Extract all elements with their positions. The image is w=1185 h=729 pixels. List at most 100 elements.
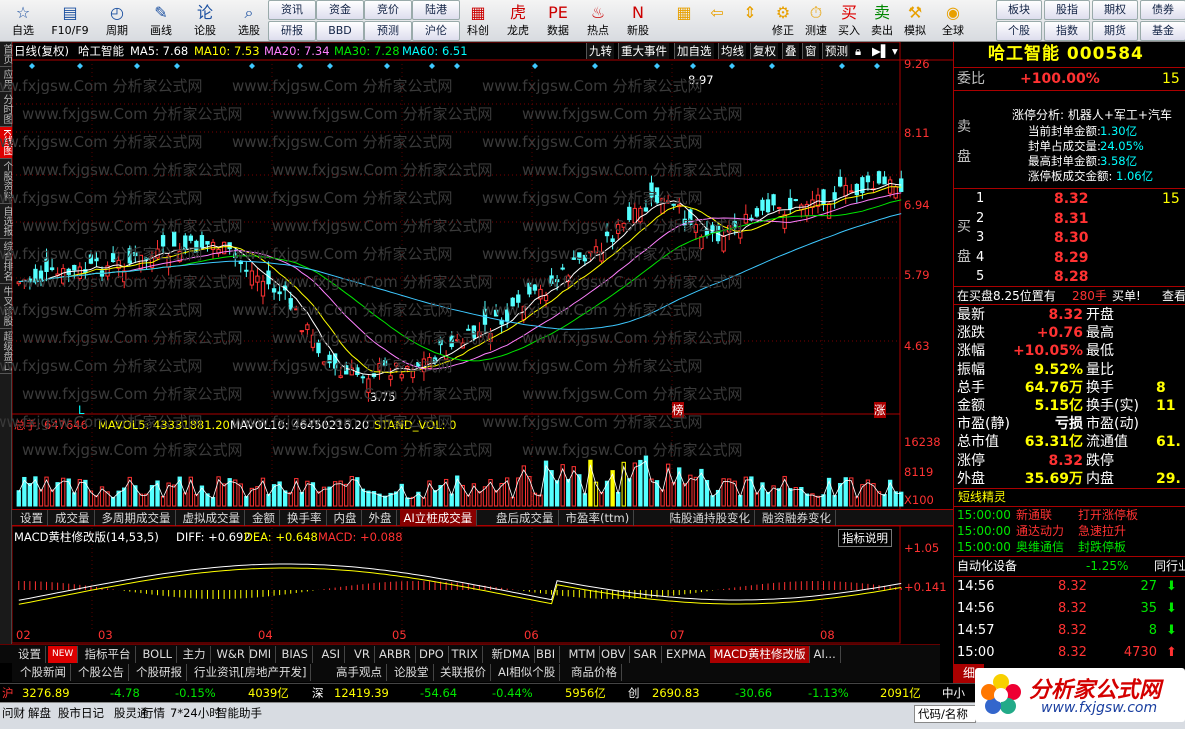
volume-tab-5[interactable]: 换手率 (283, 510, 327, 526)
volume-tab-4[interactable]: 金额 (248, 510, 280, 526)
bottom-bar-item-2[interactable]: 股市日记 (58, 705, 104, 721)
indicator-tab-8[interactable]: ASI (318, 646, 346, 663)
chart-menu-0[interactable]: 九转 (586, 43, 614, 59)
indicator-tab-15[interactable]: MTM (565, 646, 601, 663)
volume-tab-0[interactable]: 设置 (16, 510, 48, 526)
toolbar-small-button2-7[interactable]: 基金 (1140, 21, 1185, 41)
dropdown-icon[interactable]: ▾ (892, 43, 898, 59)
info-tab-8[interactable]: 商品价格 (567, 664, 622, 681)
expand-icon[interactable]: ▶▌ (872, 43, 890, 59)
volume-tab-9[interactable]: 盘后成交量 (492, 510, 559, 526)
left-tab-5[interactable]: 自选报 (0, 204, 12, 239)
indicator-tab-14[interactable]: BBI (532, 646, 561, 663)
indicator-tab-0[interactable]: 设置 (14, 646, 46, 663)
toolbar-button2-1[interactable]: 虎龙虎 (500, 0, 536, 41)
chart-menu-6[interactable]: 窗 (802, 43, 819, 59)
info-tab-5[interactable]: 论股堂 (390, 664, 434, 681)
buy-price[interactable]: 8.29 (1054, 249, 1089, 267)
news-title[interactable]: 短线精灵 (958, 490, 1006, 504)
volume-tab-2[interactable]: 多周期成交量 (98, 510, 176, 526)
bottom-bar-item-4[interactable]: 行情 (142, 705, 165, 721)
position-more-link[interactable]: 查看 (1162, 289, 1185, 303)
volume-tab-11[interactable]: 陆股通持股变化 (666, 510, 755, 526)
info-tab-7[interactable]: AI相似个股 (494, 664, 561, 681)
sz-index-value[interactable]: 12419.39 (334, 685, 389, 701)
toolbar-small-button2-1[interactable]: 股指 (1044, 0, 1090, 20)
cy-index-value[interactable]: 2690.83 (652, 685, 700, 701)
info-tab-2[interactable]: 个股研报 (132, 664, 187, 681)
lock-icon[interactable]: 🔒︎ (855, 43, 861, 59)
bottom-bar-item-1[interactable]: 解盘 (28, 705, 51, 721)
toolbar-small-button2-3[interactable]: 债券 (1140, 0, 1185, 20)
volume-tab-10[interactable]: 市盈率(ttm) (562, 510, 635, 526)
indicator-tab-2[interactable]: 指标平台 (81, 646, 136, 663)
toolbar-button3-5[interactable]: 买买入 (833, 0, 865, 41)
toolbar-small-button-1[interactable]: 资金 (316, 0, 364, 20)
toolbar-button3-4[interactable]: ⏱ 测速 (800, 0, 832, 41)
toolbar-button-5[interactable]: ⌕ 选股 (228, 0, 270, 41)
toolbar-button3-6[interactable]: 卖卖出 (866, 0, 898, 41)
bottom-bar-item-6[interactable]: 智能助手 (216, 705, 262, 721)
indicator-tab-6[interactable]: DMI (245, 646, 277, 663)
sector-name[interactable]: 自动化设备 (957, 559, 1017, 573)
toolbar-button3-2[interactable]: ⇕ (734, 0, 766, 41)
news-stock[interactable]: 奥维通信 (1016, 540, 1064, 554)
chart-menu-1[interactable]: 重大事件 (618, 43, 669, 59)
chart-menu-2[interactable]: 加自选 (674, 43, 714, 59)
toolbar-button3-8[interactable]: ◉ 全球 (937, 0, 969, 41)
news-stock[interactable]: 通达动力 (1016, 524, 1064, 538)
indicator-tab-19[interactable]: MACD黄柱修改版 (709, 646, 811, 663)
sector-more-link[interactable]: 同行业 (1154, 559, 1185, 573)
info-tab-0[interactable]: 个股新闻 (16, 664, 71, 681)
volume-tab-6[interactable]: 内盘 (330, 510, 362, 526)
chart-menu-4[interactable]: 复权 (750, 43, 778, 59)
indicator-tab-18[interactable]: EXPMA (662, 646, 711, 663)
sh-index-value[interactable]: 3276.89 (22, 685, 70, 701)
left-tab-2[interactable]: 分时图 (0, 92, 12, 127)
news-stock[interactable]: 新通联 (1016, 508, 1052, 522)
indicator-tab-13[interactable]: 新DMA (488, 646, 535, 663)
indicator-explain-button[interactable]: 指标说明 (838, 529, 892, 547)
volume-tab-8[interactable]: AI立桩成交量 (399, 510, 478, 526)
toolbar-button3-7[interactable]: ⚒ 模拟 (899, 0, 931, 41)
code-search-input[interactable]: 代码/名称 (914, 705, 976, 723)
mark-bang[interactable]: 榜 (672, 402, 684, 418)
indicator-tab-4[interactable]: 主力 (179, 646, 211, 663)
toolbar-small-button-2[interactable]: 竞价 (364, 0, 412, 20)
indicator-tab-12[interactable]: TRIX (448, 646, 483, 663)
sme-index-label[interactable]: 中小 (942, 685, 965, 701)
toolbar-small-button-5[interactable]: BBD (316, 21, 364, 41)
indicator-tab-11[interactable]: DPO (415, 646, 449, 663)
toolbar-small-button-6[interactable]: 预测 (364, 21, 412, 41)
toolbar-button3-0[interactable]: ▦ (668, 0, 700, 41)
kline-chart-area[interactable]: 日线(复权) 哈工智能 MA5: 7.68 MA10: 7.53 MA20: 7.34 M… (0, 42, 953, 644)
left-tab-4[interactable]: 个股资料 (0, 159, 12, 204)
left-tab-8[interactable]: 超级盘口 (0, 329, 12, 374)
kline-chart-svg[interactable] (12, 42, 953, 644)
mark-zhang[interactable]: 涨 (874, 402, 886, 418)
chart-menu-7[interactable]: 预测 (822, 43, 850, 59)
toolbar-small-button2-5[interactable]: 指数 (1044, 21, 1090, 41)
buy-price[interactable]: 8.30 (1054, 229, 1089, 247)
toolbar-small-button2-6[interactable]: 期货 (1092, 21, 1138, 41)
indicator-tab-1[interactable]: NEW (48, 646, 79, 663)
toolbar-button-4[interactable]: 论论股 (184, 0, 226, 41)
toolbar-small-button2-2[interactable]: 期权 (1092, 0, 1138, 20)
toolbar-button2-0[interactable]: ▦ 科创 (460, 0, 496, 41)
zt-title[interactable]: 涨停分析: 机器人+军工+汽车 (1012, 108, 1172, 122)
info-tab-6[interactable]: 关联报价 (436, 664, 491, 681)
toolbar-button-1[interactable]: ▤ F10/F9 (46, 0, 94, 41)
left-tab-1[interactable]: 应用 (0, 67, 12, 92)
toolbar-small-button-4[interactable]: 研报 (268, 21, 316, 41)
toolbar-small-button-3[interactable]: 陆港 (412, 0, 460, 20)
toolbar-button3-1[interactable]: ⇦ (701, 0, 733, 41)
bottom-bar-item-0[interactable]: 问财 (2, 705, 25, 721)
toolbar-small-button-0[interactable]: 资讯 (268, 0, 316, 20)
toolbar-button-2[interactable]: ◴ 周期 (96, 0, 138, 41)
toolbar-button2-4[interactable]: N 新股 (620, 0, 656, 41)
toolbar-button-0[interactable]: ☆ 自选 (2, 0, 44, 41)
toolbar-button3-3[interactable]: ⚙ 修正 (767, 0, 799, 41)
toolbar-small-button2-0[interactable]: 板块 (996, 0, 1042, 20)
indicator-tab-17[interactable]: SAR (630, 646, 662, 663)
toolbar-button2-3[interactable]: ♨ 热点 (580, 0, 616, 41)
